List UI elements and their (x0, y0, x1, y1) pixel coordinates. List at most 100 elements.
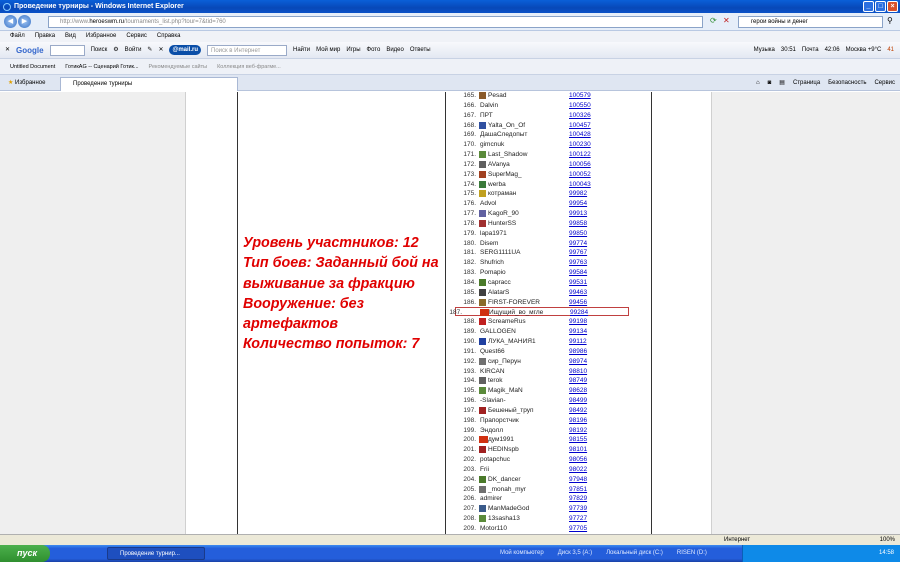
minimize-button[interactable]: _ (863, 1, 874, 12)
favorites-button[interactable]: ★ Избранное (8, 78, 45, 88)
player-name[interactable]: Quest66 (480, 347, 505, 356)
google-search-button[interactable]: Поиск (91, 42, 108, 59)
score-link[interactable]: 99198 (569, 317, 587, 326)
back-arrow-icon[interactable]: ◀ (4, 15, 17, 28)
player-name[interactable]: ДашаСледопыт (480, 130, 527, 139)
score-link[interactable]: 100052 (569, 170, 591, 179)
player-name[interactable]: Эндолл (480, 426, 503, 435)
clan-emblem-icon[interactable] (479, 151, 486, 159)
score-link[interactable]: 100428 (569, 130, 591, 139)
player-name[interactable]: Бешеный_труп (488, 406, 534, 415)
player-name[interactable]: -Slavian- (480, 396, 506, 405)
score-link[interactable]: 99112 (569, 337, 587, 346)
games-link[interactable]: Игры (346, 42, 360, 59)
score-link[interactable]: 97948 (569, 475, 587, 484)
mailru-logo[interactable]: @mail.ru (169, 45, 202, 55)
score-link[interactable]: 99774 (569, 239, 587, 248)
player-name[interactable]: admirer (480, 494, 502, 503)
player-name[interactable]: Dalvin (480, 101, 498, 110)
player-name[interactable]: DK_dancer (488, 475, 521, 484)
print-icon[interactable]: ▤ (779, 78, 785, 88)
close-button[interactable]: × (887, 1, 898, 12)
score-link[interactable]: 100550 (569, 101, 591, 110)
score-link[interactable]: 97705 (569, 524, 587, 533)
score-link[interactable]: 98056 (569, 455, 587, 464)
score-link[interactable]: 99767 (569, 248, 587, 257)
score-link[interactable]: 100230 (569, 140, 591, 149)
score-link[interactable]: 97739 (569, 504, 587, 513)
clan-emblem-icon[interactable] (479, 180, 486, 188)
score-link[interactable]: 98628 (569, 386, 587, 395)
player-name[interactable]: ЛУКА_МАНИЯ1 (488, 337, 536, 346)
score-link[interactable]: 98022 (569, 465, 587, 474)
player-name[interactable]: SERG1111UA (480, 248, 520, 257)
tp-badge-icon[interactable] (480, 309, 489, 317)
player-name[interactable]: Прапорстчик (480, 416, 519, 425)
myworld-link[interactable]: Мой мир (316, 42, 340, 59)
clan-emblem-icon[interactable] (479, 387, 486, 395)
page-menu[interactable]: Страница (793, 78, 820, 88)
google-search-input[interactable] (49, 44, 85, 56)
link-untitled[interactable]: Untitled Document (10, 59, 55, 74)
menu-tools[interactable]: Сервис (126, 31, 147, 42)
score-link[interactable]: 99850 (569, 229, 587, 238)
player-name[interactable]: дум1991 (488, 435, 514, 444)
clan-emblem-icon[interactable] (479, 121, 486, 129)
score-link[interactable]: 98986 (569, 347, 587, 356)
score-link[interactable]: 97851 (569, 485, 587, 494)
score-link[interactable]: 100579 (569, 91, 591, 100)
answers-link[interactable]: Ответы (410, 42, 431, 59)
player-name[interactable]: SuperMag_ (488, 170, 522, 179)
clan-emblem-icon[interactable] (479, 190, 486, 198)
player-name[interactable]: Magik_MaN (488, 386, 523, 395)
close-toolbar-icon[interactable]: ✕ (5, 42, 10, 59)
clan-emblem-icon[interactable] (479, 92, 486, 99)
score-link[interactable]: 99584 (569, 268, 587, 277)
refresh-icon[interactable]: ⟳ (710, 16, 717, 25)
wrench-icon[interactable]: ✎ (147, 42, 152, 59)
player-name[interactable]: ManMadeGod (488, 504, 529, 513)
gear-icon[interactable]: ⚙ (113, 42, 118, 59)
score-link[interactable]: 100122 (569, 150, 591, 159)
login-button[interactable]: Войти (125, 42, 142, 59)
maximize-button[interactable]: □ (875, 1, 886, 12)
taskbar-task-ie[interactable]: Проведение турнир... (107, 547, 205, 560)
clan-emblem-icon[interactable] (479, 406, 486, 414)
player-name[interactable]: ПРТ (480, 111, 493, 120)
player-name[interactable]: котраман (488, 189, 516, 198)
close-mailru-icon[interactable]: ✕ (158, 42, 163, 59)
player-name[interactable]: 13sasha13 (488, 514, 520, 523)
score-link[interactable]: 100457 (569, 121, 591, 130)
player-name[interactable]: Pomapio (480, 268, 506, 277)
tools-menu[interactable]: Сервис (874, 78, 895, 88)
music-link[interactable]: Музыка (754, 42, 775, 59)
clan-emblem-icon[interactable] (479, 515, 486, 523)
score-link[interactable]: 98192 (569, 426, 587, 435)
player-name[interactable]: Pesad (488, 91, 506, 100)
score-link[interactable]: 99982 (569, 189, 587, 198)
player-name[interactable]: KagoR_90 (488, 209, 519, 218)
clan-emblem-icon[interactable] (479, 505, 486, 513)
score-link[interactable]: 98155 (569, 435, 587, 444)
player-name[interactable]: Disem (480, 239, 498, 248)
player-name[interactable]: Motor110 (480, 524, 507, 533)
player-name[interactable]: HunterSS (488, 219, 516, 228)
weather-link[interactable]: Москва +9°С (846, 42, 882, 59)
score-link[interactable]: 98749 (569, 376, 587, 385)
player-name[interactable]: AlatarS (488, 288, 509, 297)
menu-view[interactable]: Вид (65, 31, 76, 42)
score-link[interactable]: 99531 (569, 278, 587, 287)
search-icon[interactable]: ⚲ (887, 16, 893, 25)
score-link[interactable]: 99954 (569, 199, 587, 208)
player-name[interactable]: GALLOGEN (480, 327, 516, 336)
score-link[interactable]: 98499 (569, 396, 587, 405)
photo-link[interactable]: Фото (367, 42, 381, 59)
menu-help[interactable]: Справка (157, 31, 181, 42)
start-button[interactable]: пуск (0, 545, 50, 562)
player-name[interactable]: terok (488, 376, 502, 385)
search-input[interactable]: герои войны и денег (738, 16, 883, 28)
forward-arrow-icon[interactable]: ▶ (18, 15, 31, 28)
player-name[interactable]: Ищущий_во_мгле (489, 308, 543, 317)
score-link[interactable]: 99763 (569, 258, 587, 267)
menu-favorites[interactable]: Избранное (86, 31, 116, 42)
